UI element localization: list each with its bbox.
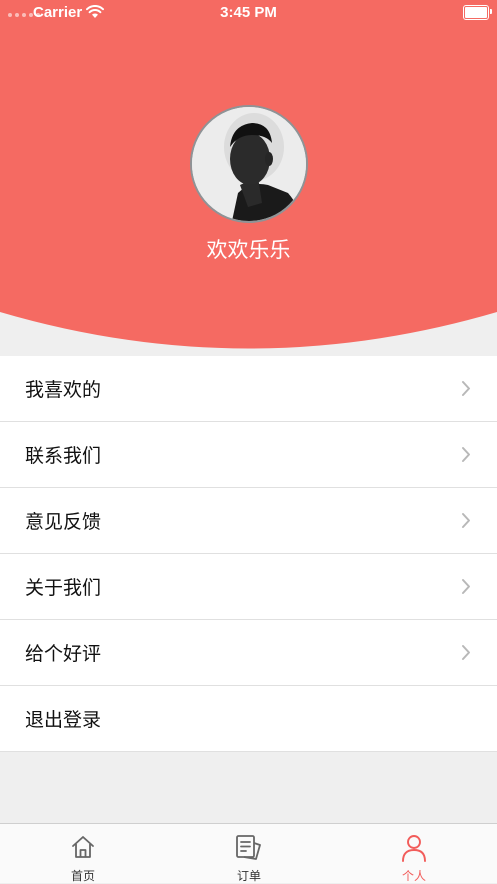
chevron-right-icon	[462, 447, 470, 462]
menu-item-contact-us[interactable]: 联系我们	[0, 422, 497, 488]
username: 欢欢乐乐	[206, 238, 291, 262]
person-icon	[402, 835, 426, 862]
profile-menu: 我喜欢的 联系我们 意见反馈 关于我们 给个好评 退出登录	[0, 356, 497, 752]
tab-profile[interactable]: 个人	[331, 824, 497, 884]
menu-item-label: 我喜欢的	[25, 379, 102, 401]
menu-item-label: 关于我们	[25, 577, 102, 599]
menu-item-rate-us[interactable]: 给个好评	[0, 620, 497, 686]
chevron-right-icon	[462, 645, 470, 660]
menu-item-feedback[interactable]: 意见反馈	[0, 488, 497, 554]
menu-item-label: 给个好评	[25, 643, 102, 665]
chevron-right-icon	[462, 381, 470, 396]
profile-header: Carrier 3:45 PM 欢欢乐乐	[0, 0, 497, 360]
chevron-right-icon	[462, 513, 470, 528]
battery-icon	[463, 5, 492, 20]
tab-label: 订单	[236, 869, 261, 883]
tab-bar: 首页 订单 个人	[0, 823, 497, 883]
menu-item-label: 意见反馈	[25, 511, 102, 533]
chevron-right-icon	[462, 579, 470, 594]
tab-orders[interactable]: 订单	[166, 824, 332, 884]
avatar-photo	[192, 107, 306, 221]
menu-item-label: 联系我们	[25, 445, 102, 467]
menu-item-about-us[interactable]: 关于我们	[0, 554, 497, 620]
tab-label: 个人	[401, 869, 426, 883]
home-icon	[72, 836, 94, 858]
tab-home[interactable]: 首页	[0, 824, 166, 884]
tab-label: 首页	[70, 869, 95, 883]
avatar[interactable]	[190, 105, 308, 223]
orders-icon	[236, 835, 261, 860]
status-time: 3:45 PM	[220, 4, 277, 21]
menu-item-favorites[interactable]: 我喜欢的	[0, 356, 497, 422]
menu-item-label: 退出登录	[25, 709, 102, 731]
menu-item-logout[interactable]: 退出登录	[0, 686, 497, 752]
status-bar: Carrier 3:45 PM	[0, 0, 497, 26]
